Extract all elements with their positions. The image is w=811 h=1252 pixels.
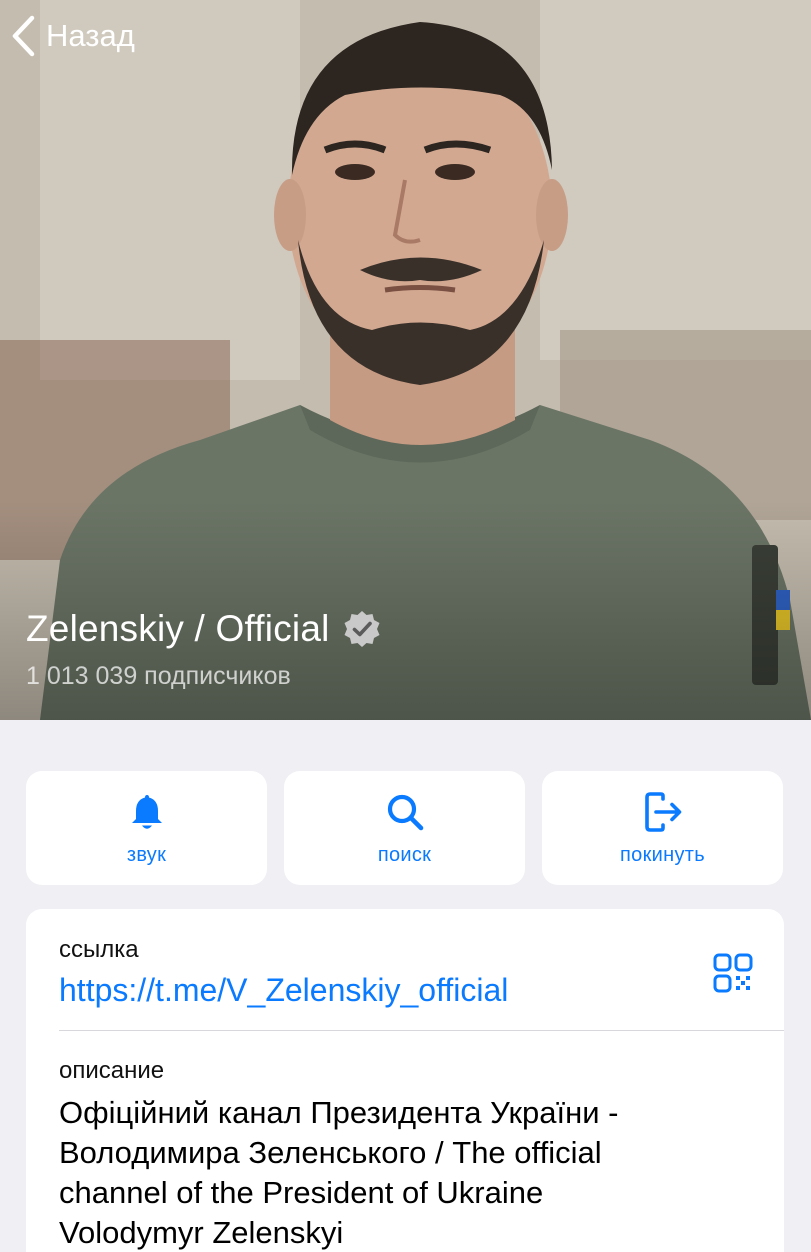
sound-button[interactable]: звук (26, 771, 267, 885)
search-button[interactable]: поиск (284, 771, 525, 885)
description-line: Офіційний канал Президента України - (59, 1095, 619, 1130)
leave-label: покинуть (620, 843, 705, 866)
channel-description: Офіційний канал Президента України - Вол… (59, 1093, 749, 1252)
sound-label: звук (126, 843, 167, 866)
description-line: channel of the President of Ukraine (59, 1175, 544, 1210)
channel-title: Zelenskiy / Official (26, 608, 382, 650)
channel-info-card: ссылка https://t.me/V_Zelenskiy_official… (26, 909, 784, 1252)
description-line: Volodymyr Zelenskyi (59, 1215, 344, 1250)
verified-badge-icon (344, 611, 380, 647)
link-label: ссылка (59, 936, 139, 963)
chevron-left-icon (12, 15, 35, 57)
back-label: Назад (46, 18, 135, 53)
action-buttons: звук поиск покинуть (26, 771, 783, 885)
search-label: поиск (377, 843, 432, 866)
description-line: Володимира Зеленського / The official (59, 1135, 602, 1170)
leave-button[interactable]: покинуть (542, 771, 783, 885)
channel-name-text: Zelenskiy / Official (26, 608, 330, 649)
channel-profile-page: Назад Zelenskiy / Official 1 013 039 под… (0, 0, 811, 1252)
back-button[interactable]: Назад (10, 14, 135, 58)
leave-icon (644, 791, 681, 832)
channel-link[interactable]: https://t.me/V_Zelenskiy_official (59, 972, 508, 1009)
channel-header-photo: Назад Zelenskiy / Official 1 013 039 под… (0, 0, 811, 720)
search-icon (387, 794, 423, 830)
subscriber-count: 1 013 039 подписчиков (26, 662, 291, 690)
description-label: описание (59, 1057, 165, 1084)
qr-code-icon[interactable] (712, 952, 754, 994)
divider (59, 1030, 784, 1031)
bell-icon (131, 794, 162, 829)
